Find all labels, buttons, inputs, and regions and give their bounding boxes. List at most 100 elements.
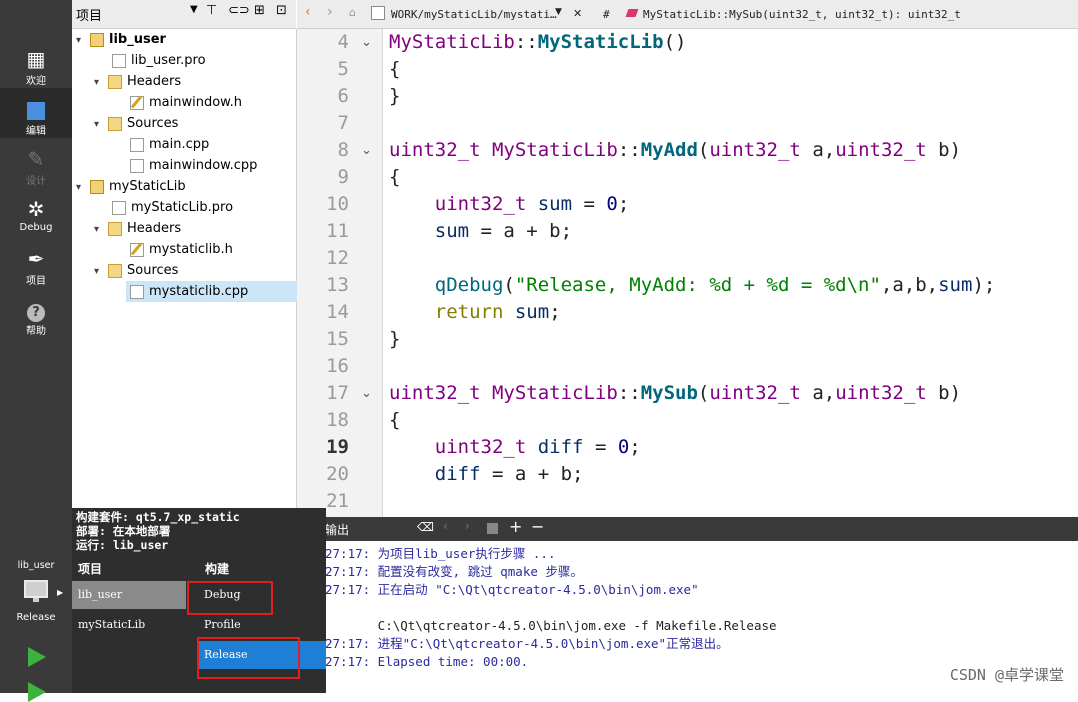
stop-icon[interactable] <box>487 523 498 534</box>
link-icon[interactable]: ⊂⊃ <box>228 3 250 18</box>
split-icon[interactable]: ⊞ <box>254 3 265 18</box>
tree-item-folder[interactable]: ▾ Headers <box>94 218 181 239</box>
tree-item-file[interactable]: mystaticlib.h <box>130 239 233 260</box>
tree-item-file[interactable]: main.cpp <box>130 134 209 155</box>
chevron-down-icon[interactable]: ▼ <box>555 7 562 17</box>
code-line: } <box>389 83 400 110</box>
output-line: 27:17: 配置没有改变, 跳过 qmake 步骤。 <box>325 564 583 579</box>
expand-arrow-icon[interactable]: ▾ <box>94 72 108 93</box>
expand-arrow-icon[interactable]: ▾ <box>76 30 90 51</box>
code-token: uint32_t <box>434 193 527 215</box>
fold-bar: ⌄ ⌄ ⌄ <box>355 29 383 517</box>
mode-debug[interactable]: ✲ Debug <box>0 188 72 238</box>
code-token: b) <box>926 382 962 404</box>
close-file-icon[interactable]: ✕ <box>573 7 582 20</box>
grid-icon: ▦ <box>26 47 46 71</box>
mode-help[interactable]: ? 帮助 <box>0 288 72 338</box>
line-number-gutter: 4 5 6 7 8 9 10 11 12 13 14 15 16 17 18 19 20 21 <box>297 29 355 517</box>
deploy-line: 部署: 在本地部署 <box>76 524 171 538</box>
expand-arrow-icon[interactable]: ▶ <box>57 588 63 597</box>
code-token: :: <box>617 139 641 161</box>
compile-output[interactable]: 27:17: 为项目lib_user执行步骤 ... 27:17: 配置没有改变… <box>297 541 1078 693</box>
project-option[interactable]: myStaticLib <box>72 611 186 639</box>
run-icon[interactable] <box>28 647 46 667</box>
prev-arrow-icon[interactable]: ‹ <box>443 519 448 533</box>
mode-design[interactable]: ✎ 设计 <box>0 138 72 188</box>
target-config: Release <box>16 612 56 623</box>
tree-item-file[interactable]: lib_user.pro <box>112 50 206 71</box>
watermark: CSDN @卓学课堂 <box>949 666 1064 684</box>
code-token: uint32_t <box>835 139 927 161</box>
editor-file-path[interactable]: WORK/myStaticLib/mystati… <box>391 8 557 21</box>
filter-icon[interactable]: ⊤ <box>206 3 217 18</box>
back-arrow-icon[interactable]: ‹ <box>305 4 311 20</box>
tree-item-file[interactable]: mainwindow.h <box>130 92 242 113</box>
fold-arrow-icon[interactable]: ⌄ <box>361 380 372 407</box>
tree-item-folder[interactable]: ▾ Headers <box>94 71 181 92</box>
expand-arrow-icon[interactable]: ▾ <box>94 219 108 240</box>
expand-arrow-icon[interactable]: ▾ <box>76 177 90 198</box>
question-icon: ? <box>0 296 72 322</box>
code-token: MySub <box>640 382 698 404</box>
mode-welcome[interactable]: ▦ 欢迎 <box>0 38 72 88</box>
code-line: qDebug("Release, MyAdd: %d + %d = %d\n",… <box>389 272 996 299</box>
pro-file-icon <box>112 53 126 68</box>
build-option-profile[interactable]: Profile <box>198 611 326 639</box>
code-token: MyAdd <box>640 139 698 161</box>
output-line: C:\Qt\qtcreator-4.5.0\bin\jom.exe -f Mak… <box>325 618 777 633</box>
zoom-out-icon[interactable]: − <box>531 517 544 536</box>
monitor-icon <box>24 580 48 598</box>
code-token: diff <box>537 436 584 458</box>
line-number: 15 <box>326 328 349 350</box>
code-token: sum <box>434 220 470 242</box>
symbol-selector[interactable]: MyStaticLib::MySub(uint32_t, uint32_t): … <box>643 8 961 21</box>
debug-run-icon[interactable] <box>28 682 46 702</box>
method-icon <box>625 9 639 17</box>
zoom-in-icon[interactable]: + <box>509 517 522 536</box>
code-token: ; <box>617 193 630 215</box>
project-option[interactable]: lib_user <box>72 581 186 609</box>
clear-output-icon[interactable]: ⌫ <box>417 520 434 534</box>
fold-arrow-icon[interactable]: ⌄ <box>361 137 372 164</box>
tree-item-file-selected[interactable]: mystaticlib.cpp <box>126 281 300 302</box>
code-token: b) <box>926 139 962 161</box>
tree-item-file[interactable]: mainwindow.cpp <box>130 155 257 176</box>
sources-folder-icon <box>108 263 122 278</box>
forward-arrow-icon[interactable]: › <box>327 4 333 20</box>
expand-arrow-icon[interactable]: ▾ <box>94 261 108 282</box>
code-token: :: <box>514 31 538 53</box>
qt-project-icon <box>90 32 104 47</box>
tree-item-folder[interactable]: ▾ Sources <box>94 113 178 134</box>
pro-file-icon <box>112 200 126 215</box>
next-arrow-icon[interactable]: › <box>465 519 470 533</box>
chevron-down-icon[interactable]: ▼ <box>190 4 198 15</box>
tree-item-project[interactable]: ▾ lib_user <box>76 29 166 50</box>
line-number: 11 <box>326 220 349 242</box>
close-panel-icon[interactable]: ⊡ <box>276 3 287 18</box>
code-token: diff <box>434 463 481 485</box>
header-file-icon <box>130 95 144 110</box>
code-token: a, <box>800 382 836 404</box>
fold-arrow-icon[interactable]: ⌄ <box>361 29 372 56</box>
kit-selector-popup: 构建套件: qt5.7_xp_static 部署: 在本地部署 运行: lib_… <box>72 508 326 693</box>
project-panel-title: 项目 <box>76 9 103 24</box>
code-token: { <box>389 58 401 80</box>
code-token: MyStaticLib <box>491 139 618 161</box>
code-line: uint32_t MyStaticLib::MyAdd(uint32_t a,u… <box>389 137 961 164</box>
mode-projects[interactable]: ✒ 项目 <box>0 238 72 288</box>
highlight-box-release <box>197 637 300 679</box>
expand-arrow-icon[interactable]: ▾ <box>94 114 108 135</box>
tree-item-folder[interactable]: ▾ Sources <box>94 260 178 281</box>
code-token: uint32_t <box>709 382 801 404</box>
code-editor[interactable]: MyStaticLib::MyStaticLib(){} uint32_t MyS… <box>383 29 1078 517</box>
sources-folder-icon <box>108 116 122 131</box>
build-column-header: 构建 <box>205 562 230 576</box>
tree-item-file[interactable]: myStaticLib.pro <box>112 197 233 218</box>
target-selector[interactable]: lib_user ▶ Release <box>0 556 72 702</box>
tree-item-project[interactable]: ▾ myStaticLib <box>76 176 186 197</box>
mode-edit[interactable]: 编辑 <box>0 88 72 138</box>
